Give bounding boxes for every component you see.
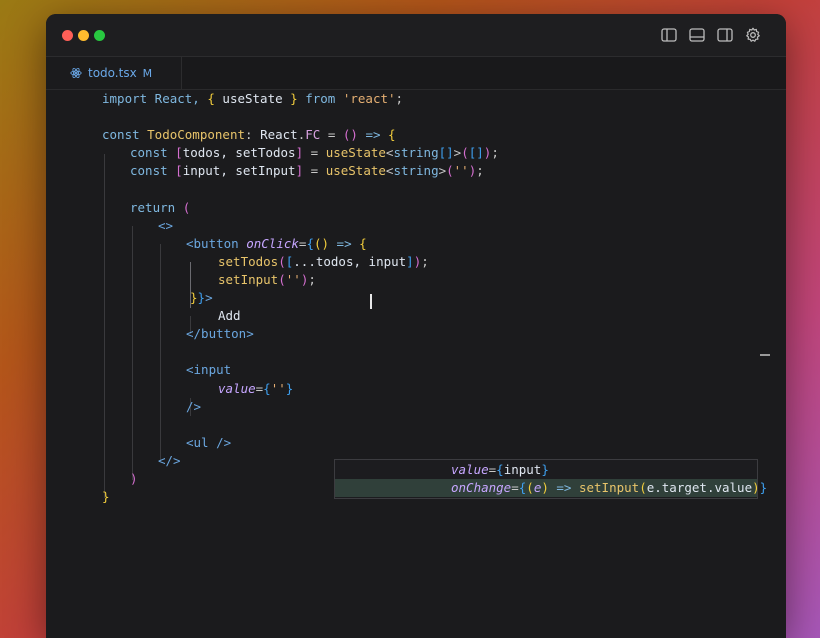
toggle-secondary-sidebar-icon[interactable] [716, 26, 734, 44]
code-area: import React, { useState } from 'react';… [102, 90, 499, 506]
code-line: </button> [186, 326, 254, 342]
inline-suggestion-box[interactable]: value={input} onChange={(e) => setInput(… [334, 459, 767, 499]
code-line: setTodos([...todos, input]); [218, 253, 429, 269]
title-bar [46, 14, 786, 57]
zoom-window-button[interactable] [94, 30, 105, 41]
code-line: }}> [190, 290, 213, 306]
scrollbar-marker[interactable] [760, 354, 770, 356]
tab-filename: todo.tsx [88, 66, 137, 80]
suggestion-line: value={input} [451, 462, 549, 477]
code-line: import React, { useState } from 'react'; [102, 91, 404, 106]
suggestion-line-highlighted: onChange={(e) => setInput(e.target.value… [335, 479, 767, 497]
editor-window: todo.tsx M import React, { useState } fr… [46, 14, 786, 638]
code-line: <ul /> [186, 434, 232, 450]
code-line: <> [158, 217, 174, 233]
code-line: const [input, setInput] = useState<strin… [130, 163, 484, 179]
code-line: value={''} [218, 380, 294, 396]
minimize-window-button[interactable] [78, 30, 89, 41]
code-line: /> [186, 398, 202, 414]
settings-gear-icon[interactable] [744, 26, 762, 44]
code-line: <button onClick={() => { [186, 235, 367, 251]
code-line: <input [186, 362, 232, 378]
tab-todo-tsx[interactable]: todo.tsx M [46, 57, 182, 89]
tab-modified-badge: M [142, 66, 153, 80]
toggle-primary-sidebar-icon[interactable] [660, 26, 678, 44]
code-line: return ( [130, 199, 191, 215]
react-icon [70, 67, 82, 79]
code-editor[interactable]: import React, { useState } from 'react';… [46, 90, 786, 638]
tab-bar: todo.tsx M [46, 57, 786, 90]
code-line: const TodoComponent: React.FC = () => { [102, 127, 396, 143]
code-line: setInput(''); [218, 271, 316, 287]
layout-toolbar [660, 26, 762, 44]
code-line: const [todos, setTodos] = useState<strin… [130, 145, 499, 161]
code-line: Add [218, 308, 241, 324]
close-window-button[interactable] [62, 30, 73, 41]
toggle-panel-icon[interactable] [688, 26, 706, 44]
text-cursor [370, 294, 372, 309]
